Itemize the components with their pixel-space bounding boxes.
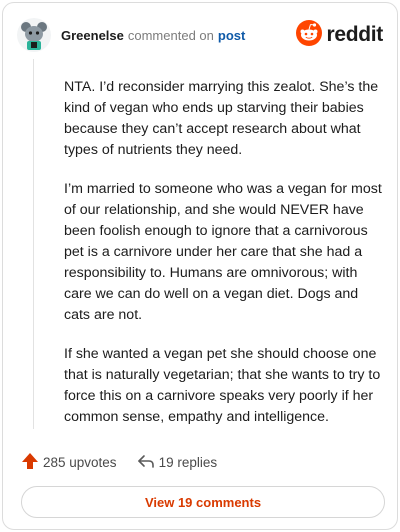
comment-body: NTA. I’d reconsider marrying this zealot… xyxy=(64,77,382,446)
reddit-logo-icon xyxy=(296,19,323,51)
comment-actions: 285 upvotes 19 replies xyxy=(21,452,217,473)
reddit-brand[interactable]: reddit xyxy=(296,19,383,51)
upvote-button[interactable]: 285 upvotes xyxy=(21,452,117,473)
comment-paragraph: NTA. I’d reconsider marrying this zealot… xyxy=(64,79,379,158)
comment-header: Greenelse commented on post reddit xyxy=(17,17,383,53)
snoo-avatar-icon[interactable] xyxy=(17,18,51,52)
reply-arrow-icon xyxy=(137,452,155,473)
replies-button[interactable]: 19 replies xyxy=(137,452,218,473)
reply-count: 19 replies xyxy=(158,455,218,470)
thread-line xyxy=(33,59,34,429)
comment-meta: Greenelse commented on post xyxy=(61,28,245,43)
upvote-arrow-icon xyxy=(21,452,39,473)
comment-paragraph: I’m married to someone who was a vegan f… xyxy=(64,181,382,323)
view-comments-button[interactable]: View 19 comments xyxy=(21,486,385,518)
reddit-wordmark: reddit xyxy=(326,23,383,46)
comment-card: Greenelse commented on post reddit NTA. … xyxy=(2,2,398,530)
upvote-count: 285 upvotes xyxy=(43,455,117,470)
author-name[interactable]: Greenelse xyxy=(61,28,124,43)
post-link[interactable]: post xyxy=(218,28,245,43)
commented-on-text: commented on xyxy=(127,27,214,43)
comment-paragraph: If she wanted a vegan pet she should cho… xyxy=(64,346,381,425)
